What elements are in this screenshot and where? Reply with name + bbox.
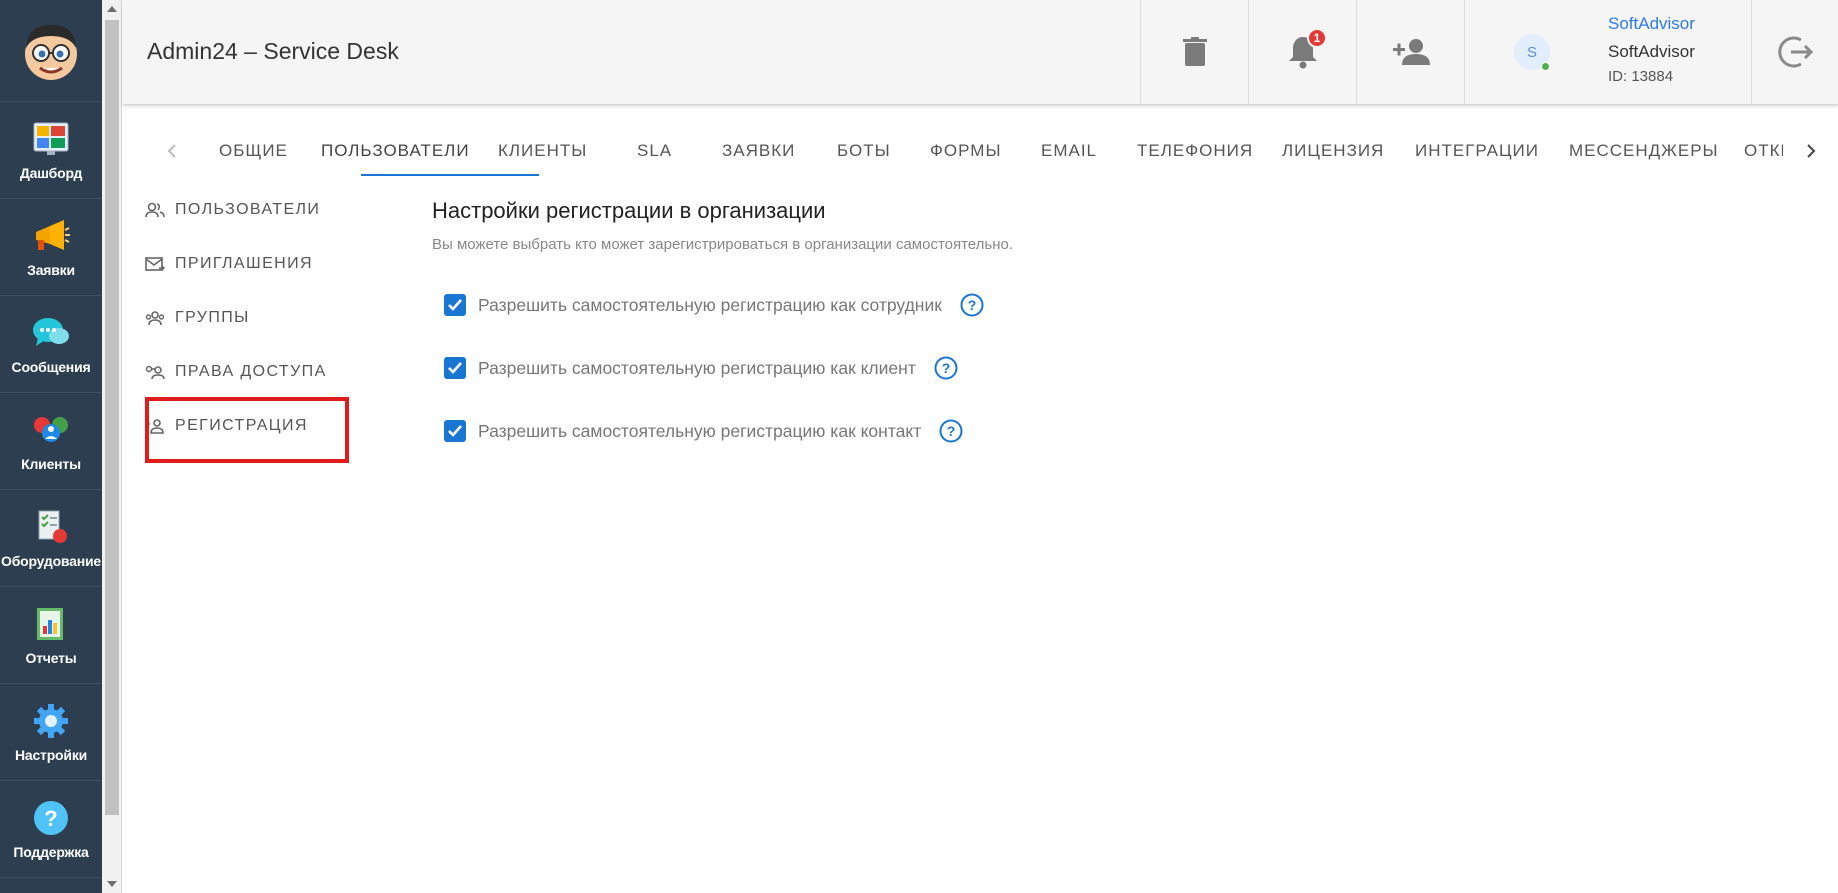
- option-row-client: Разрешить самостоятельную регистрацию ка…: [444, 353, 958, 383]
- option-row-employee: Разрешить самостоятельную регистрацию ка…: [444, 290, 984, 320]
- users-icon: [145, 202, 175, 218]
- tab-strip: ОБЩИЕ ПОЛЬЗОВАТЕЛИ КЛИЕНТЫ SLA ЗАЯВКИ БО…: [183, 127, 1783, 177]
- notification-badge: 1: [1307, 28, 1327, 48]
- sidebar-item-label: Сообщения: [11, 359, 91, 375]
- vertical-scrollbar[interactable]: [102, 0, 122, 893]
- trash-icon: [1182, 37, 1207, 66]
- registration-highlight-box: [145, 397, 349, 463]
- app-title: Admin24 – Service Desk: [147, 38, 399, 64]
- sidebar-item-label: Поддержка: [13, 844, 89, 860]
- tab-messengers[interactable]: МЕССЕНДЖЕРЫ: [1569, 141, 1719, 161]
- submenu-label: ПРАВА ДОСТУПА: [175, 363, 327, 380]
- tab-integrations[interactable]: ИНТЕГРАЦИИ: [1415, 141, 1539, 161]
- submenu-item-groups[interactable]: ГРУППЫ: [145, 298, 250, 338]
- groups-icon: [145, 310, 175, 326]
- sidebar-item-tickets[interactable]: Заявки: [0, 199, 102, 296]
- user-name: SoftAdvisor: [1608, 42, 1695, 61]
- svg-text:?: ?: [942, 360, 951, 376]
- tab-telephony[interactable]: ТЕЛЕФОНИЯ: [1137, 141, 1253, 161]
- tabs-scroll-left-icon[interactable]: [158, 137, 186, 165]
- gear-icon: [31, 701, 71, 741]
- tab-tickets[interactable]: ЗАЯВКИ: [722, 141, 795, 161]
- tab-users[interactable]: ПОЛЬЗОВАТЕЛИ: [321, 141, 470, 161]
- user-id: ID: 13884: [1608, 68, 1674, 85]
- active-tab-indicator: [361, 174, 539, 176]
- page-title: Настройки регистрации в организации: [432, 198, 826, 223]
- tab-general[interactable]: ОБЩИЕ: [219, 141, 288, 161]
- logout-icon: [1778, 36, 1813, 68]
- add-user-icon: [1392, 39, 1430, 65]
- support-icon: ?: [31, 798, 71, 838]
- submenu-item-users[interactable]: ПОЛЬЗОВАТЕЛИ: [145, 190, 320, 230]
- sidebar-item-label: Дашборд: [19, 165, 83, 181]
- mascot-avatar[interactable]: [0, 0, 102, 102]
- online-status-icon: [1541, 62, 1550, 71]
- megaphone-icon: [31, 216, 71, 256]
- sidebar-item-label: Настройки: [14, 747, 88, 763]
- logout-button[interactable]: [1751, 0, 1838, 104]
- svg-text:?: ?: [947, 423, 956, 439]
- scroll-up-arrow-icon[interactable]: [107, 6, 117, 12]
- sidebar-item-reports[interactable]: Отчеты: [0, 587, 102, 684]
- submenu-item-invitations[interactable]: ПРИГЛАШЕНИЯ: [145, 244, 313, 284]
- sidebar-item-messages[interactable]: Сообщения: [0, 296, 102, 393]
- tab-forms[interactable]: ФОРМЫ: [930, 141, 1002, 161]
- tab-email[interactable]: EMAIL: [1041, 141, 1097, 161]
- left-sidebar: Дашборд Заявки Сообщения Клиенты Оборудо…: [0, 0, 102, 893]
- submenu-label: ПОЛЬЗОВАТЕЛИ: [175, 201, 321, 218]
- tab-license[interactable]: ЛИЦЕНЗИЯ: [1282, 141, 1384, 161]
- help-icon[interactable]: ?: [939, 419, 963, 443]
- checkmark-icon: [448, 362, 462, 374]
- scroll-down-arrow-icon[interactable]: [107, 881, 117, 887]
- option-row-contact: Разрешить самостоятельную регистрацию ка…: [444, 416, 963, 446]
- sidebar-item-clients[interactable]: Клиенты: [0, 393, 102, 490]
- checkmark-icon: [448, 425, 462, 437]
- svg-text:?: ?: [44, 806, 57, 831]
- chat-bubbles-icon: [31, 313, 71, 353]
- notifications-button[interactable]: 1: [1248, 0, 1356, 104]
- sidebar-item-label: Клиенты: [21, 456, 81, 472]
- checkmark-icon: [448, 299, 462, 311]
- scrollbar-thumb[interactable]: [105, 20, 119, 815]
- sidebar-item-dashboard[interactable]: Дашборд: [0, 102, 102, 199]
- submenu-label: ПРИГЛАШЕНИЯ: [175, 255, 313, 272]
- trash-button[interactable]: [1140, 0, 1248, 104]
- sidebar-item-label: Оборудование: [1, 553, 101, 569]
- tab-open[interactable]: ОТКРЫТЫЕ: [1744, 141, 1783, 161]
- add-user-button[interactable]: [1356, 0, 1464, 104]
- submenu-item-access-rights[interactable]: ПРАВА ДОСТУПА: [145, 352, 327, 392]
- help-icon[interactable]: ?: [934, 356, 958, 380]
- svg-text:?: ?: [968, 297, 977, 313]
- clients-icon: [31, 410, 71, 450]
- help-icon[interactable]: ?: [960, 293, 984, 317]
- client-registration-checkbox[interactable]: [444, 357, 466, 379]
- contact-registration-checkbox[interactable]: [444, 420, 466, 442]
- sidebar-item-label: Отчеты: [25, 650, 77, 666]
- reports-icon: [31, 604, 71, 644]
- top-header: Admin24 – Service Desk 1 S SoftAdvisor S…: [123, 0, 1838, 105]
- submenu-label: ГРУППЫ: [175, 309, 250, 326]
- equipment-icon: [31, 507, 71, 547]
- mail-icon: [145, 256, 175, 272]
- sidebar-item-label: Заявки: [27, 262, 75, 278]
- tabs-scroll-right-icon[interactable]: [1797, 137, 1825, 165]
- sidebar-item-equipment[interactable]: Оборудование: [0, 490, 102, 587]
- registration-settings-panel: Настройки регистрации в организации Вы м…: [432, 198, 1732, 443]
- page-subtitle: Вы можете выбрать кто может зарегистриро…: [432, 236, 1014, 253]
- tab-bots[interactable]: БОТЫ: [837, 141, 891, 161]
- tab-sla[interactable]: SLA: [637, 141, 672, 161]
- settings-tabs: ОБЩИЕ ПОЛЬЗОВАТЕЛИ КЛИЕНТЫ SLA ЗАЯВКИ БО…: [123, 127, 1838, 177]
- employee-registration-checkbox[interactable]: [444, 294, 466, 316]
- user-profile[interactable]: S SoftAdvisor SoftAdvisor ID: 13884: [1464, 0, 1750, 104]
- key-user-icon: [145, 364, 175, 380]
- option-label[interactable]: Разрешить самостоятельную регистрацию ка…: [478, 295, 942, 316]
- tab-clients[interactable]: КЛИЕНТЫ: [498, 141, 587, 161]
- dashboard-icon: [31, 119, 71, 159]
- sidebar-item-support[interactable]: ? Поддержка: [0, 781, 102, 878]
- user-link[interactable]: SoftAdvisor: [1608, 14, 1695, 34]
- sidebar-item-settings[interactable]: Настройки: [0, 684, 102, 781]
- option-label[interactable]: Разрешить самостоятельную регистрацию ка…: [478, 358, 916, 379]
- option-label[interactable]: Разрешить самостоятельную регистрацию ка…: [478, 421, 921, 442]
